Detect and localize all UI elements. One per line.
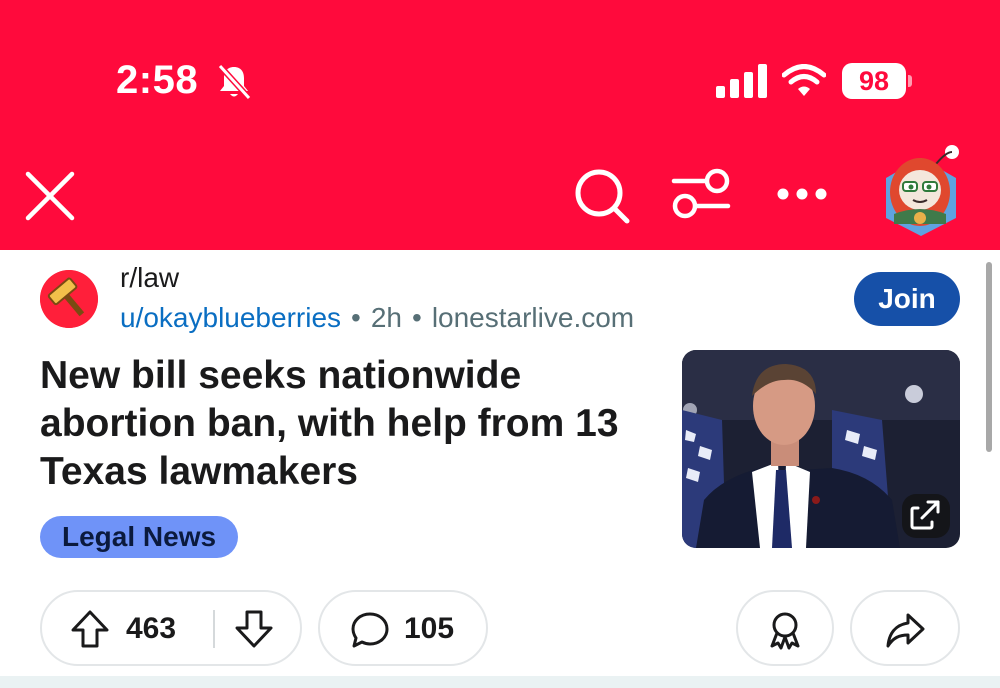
- battery-icon: 98: [842, 63, 912, 99]
- subreddit-name[interactable]: r/law: [120, 262, 179, 294]
- meta-separator: •: [351, 302, 361, 333]
- filter-icon[interactable]: [670, 166, 732, 222]
- comment-count: 105: [404, 612, 455, 645]
- feed-divider: [0, 676, 1000, 688]
- comment-icon: [351, 612, 389, 648]
- post-age: 2h: [370, 302, 402, 333]
- comments-button[interactable]: 105: [318, 590, 488, 666]
- join-button[interactable]: Join: [854, 272, 960, 326]
- vote-control: 463: [40, 590, 302, 666]
- author-link[interactable]: u/okayblueberries: [120, 302, 341, 333]
- vote-divider: [213, 610, 215, 648]
- vote-score: 463: [126, 612, 177, 645]
- external-link-icon[interactable]: [898, 490, 954, 542]
- meta-separator: •: [412, 302, 422, 333]
- downvote-icon[interactable]: [234, 609, 274, 649]
- battery-level: 98: [842, 63, 906, 99]
- award-icon: [770, 612, 800, 650]
- avatar[interactable]: [880, 140, 962, 236]
- more-icon[interactable]: [776, 180, 828, 208]
- scrollbar[interactable]: [986, 262, 992, 452]
- subreddit-icon[interactable]: [40, 270, 98, 328]
- signal-icon: [716, 64, 767, 98]
- post-flair[interactable]: Legal News: [40, 516, 239, 558]
- award-button[interactable]: [736, 590, 834, 666]
- search-icon[interactable]: [572, 166, 632, 226]
- post-domain[interactable]: lonestarlive.com: [432, 302, 634, 333]
- share-icon: [886, 613, 925, 648]
- post-title[interactable]: New bill seeks nationwide abortion ban, …: [40, 352, 670, 496]
- upvote-icon[interactable]: [70, 609, 110, 649]
- share-button[interactable]: [850, 590, 960, 666]
- post-meta: u/okayblueberries • 2h • lonestarlive.com: [120, 302, 634, 334]
- close-icon[interactable]: [22, 168, 78, 224]
- app-header: 2:58 98: [0, 0, 1000, 250]
- bell-slash-icon: [217, 63, 252, 101]
- wifi-icon: [782, 64, 826, 96]
- status-time: 2:58: [116, 58, 199, 102]
